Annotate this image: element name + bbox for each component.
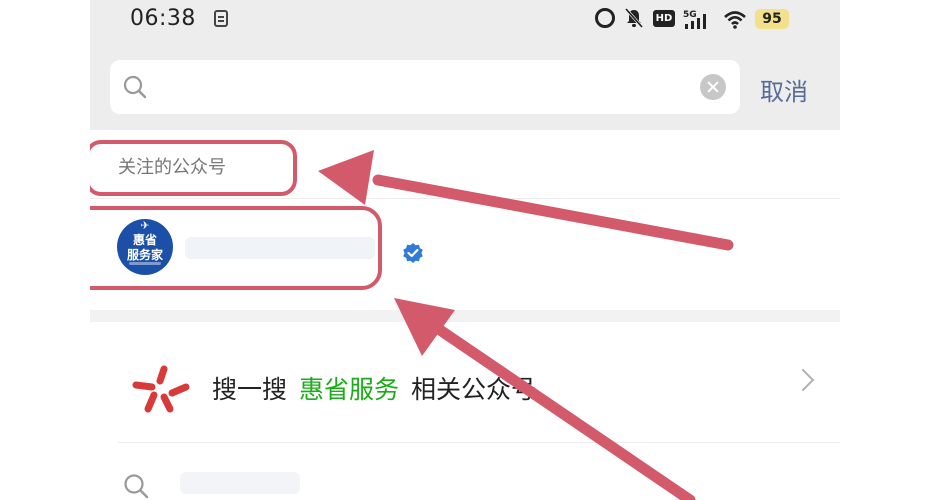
wifi-icon	[724, 11, 746, 29]
search-prefix: 搜一搜	[212, 375, 288, 404]
search-related-text: 搜一搜 惠省服务 相关公众号	[212, 370, 536, 406]
document-icon	[214, 10, 228, 27]
search-suffix: 相关公众号	[411, 375, 537, 404]
search-header: 06:38 HD 5G 95 取消	[90, 0, 840, 130]
search-bar[interactable]	[110, 60, 740, 114]
search-suggestion-row[interactable]	[90, 444, 840, 500]
cancel-button[interactable]: 取消	[760, 72, 808, 107]
divider	[118, 442, 840, 443]
verified-badge-icon	[403, 243, 423, 263]
search-icon	[123, 75, 147, 99]
wechat-search-screen: 06:38 HD 5G 95 取消 关注的公众号 ✈ 惠省 服务家 搜一搜 惠省…	[90, 0, 840, 500]
status-time: 06:38	[130, 6, 196, 31]
battery-indicator: 95	[755, 9, 789, 29]
search-icon	[124, 474, 149, 499]
status-bar: 06:38 HD 5G 95	[90, 0, 840, 40]
suggestion-text-blurred	[180, 472, 300, 494]
network-label: 5G	[683, 10, 697, 20]
search-keyword: 惠省服务	[299, 375, 400, 404]
clear-icon[interactable]	[700, 74, 726, 100]
bell-muted-icon	[625, 8, 643, 28]
search-input[interactable]	[165, 68, 689, 108]
highlight-section-label	[90, 140, 297, 196]
section-separator	[90, 310, 840, 322]
signal-5g-icon: 5G	[683, 10, 706, 29]
sogou-logo-icon	[132, 365, 190, 413]
alarm-icon	[595, 8, 615, 28]
search-related-accounts-row[interactable]: 搜一搜 惠省服务 相关公众号	[90, 330, 840, 440]
chevron-right-icon	[791, 368, 815, 392]
hd-icon: HD	[653, 10, 675, 27]
highlight-account-item	[90, 206, 382, 290]
